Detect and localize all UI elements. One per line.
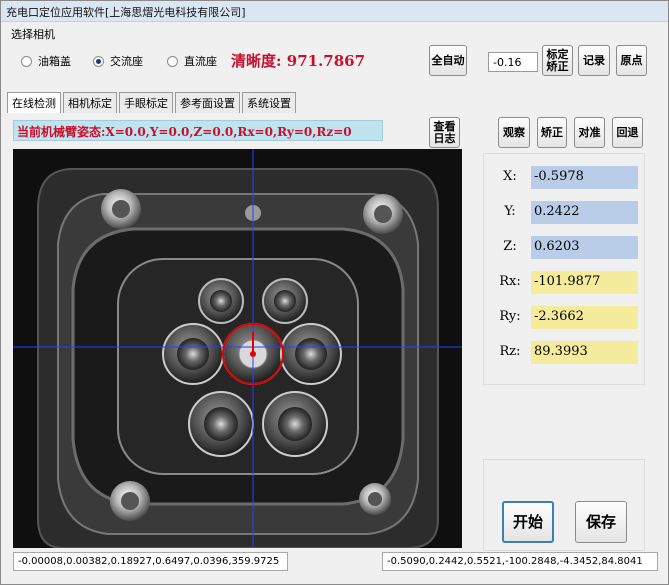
status-right: -0.5090,0.2442,0.5521,-100.2848,-4.3452,… [382, 552, 658, 571]
readout-rx: Rx: -101.9877 [484, 271, 646, 295]
radio-label: 直流座 [184, 55, 217, 68]
readout-x: X: -0.5978 [484, 166, 646, 190]
readout-value: -0.5978 [531, 166, 638, 189]
status-left: -0.00008,0.00382,0.18927,0.6497,0.0396,3… [13, 552, 288, 571]
tab-reference-plane[interactable]: 参考面设置 [175, 92, 240, 113]
robot-pose-bar: 当前机械臂姿态:X=0.0,Y=0.0,Z=0.0,Rx=0,Ry=0,Rz=0 [13, 120, 383, 141]
readout-label: X: [503, 169, 517, 184]
readout-label: Z: [503, 239, 517, 254]
tab-online-detection[interactable]: 在线检测 [7, 92, 61, 113]
radio-button[interactable] [167, 55, 178, 67]
robot-pose-text: 当前机械臂姿态:X=0.0,Y=0.0,Z=0.0,Rx=0,Ry=0,Rz=0 [17, 125, 352, 139]
log-label: 日志 [433, 132, 456, 145]
camera-select-group-label: 选择相机 [11, 28, 55, 41]
main-window: 充电口定位应用软件[上海思熠光电科技有限公司] 选择相机 油箱盖 交流座 直流座… [0, 0, 669, 585]
readout-label: Y: [504, 204, 516, 219]
radio-button[interactable] [21, 55, 32, 67]
readout-value: -101.9877 [531, 271, 638, 294]
start-button[interactable]: 开始 [502, 501, 554, 543]
tab-camera-calibration[interactable]: 相机标定 [63, 92, 117, 113]
readout-z: Z: 0.6203 [484, 236, 646, 260]
auto-button[interactable]: 全自动 [429, 45, 467, 76]
readout-value: 0.2422 [531, 201, 638, 224]
radio-button-selected[interactable] [93, 55, 104, 67]
view-label: 查看 [433, 120, 456, 133]
retreat-button[interactable]: 回退 [612, 117, 643, 148]
readout-rz: Rz: 89.3993 [484, 341, 646, 365]
pose-readout-panel: X: -0.5978 Y: 0.2422 Z: 0.6203 Rx: -101.… [483, 153, 645, 385]
calibrate-correct-button[interactable]: 标定 矫正 [542, 45, 573, 76]
clarity-readout: 清晰度: 971.7867 [231, 52, 366, 70]
offset-input[interactable]: -0.16 [488, 52, 538, 72]
tab-system-settings[interactable]: 系统设置 [242, 92, 296, 113]
radio-label: 交流座 [110, 55, 143, 68]
readout-label: Ry: [499, 309, 521, 324]
readout-value: -2.3662 [531, 306, 638, 329]
readout-y: Y: 0.2422 [484, 201, 646, 225]
readout-value: 89.3993 [531, 341, 638, 364]
tab-bar: 在线检测 相机标定 手眼标定 参考面设置 系统设置 [7, 92, 296, 113]
readout-ry: Ry: -2.3662 [484, 306, 646, 330]
radio-fuel-cap[interactable]: 油箱盖 [21, 53, 71, 69]
camera-image [13, 149, 462, 548]
radio-dc-socket[interactable]: 直流座 [167, 53, 217, 69]
correct-label: 矫正 [546, 60, 569, 73]
radio-ac-socket[interactable]: 交流座 [93, 53, 143, 69]
readout-label: Rz: [499, 344, 521, 359]
tab-hand-eye-calibration[interactable]: 手眼标定 [119, 92, 173, 113]
save-button[interactable]: 保存 [575, 501, 627, 543]
align-button[interactable]: 对准 [574, 117, 605, 148]
correct-button[interactable]: 矫正 [537, 117, 567, 148]
camera-view[interactable] [13, 149, 462, 548]
title-bar: 充电口定位应用软件[上海思熠光电科技有限公司] [1, 1, 668, 22]
readout-label: Rx: [499, 274, 521, 289]
record-button[interactable]: 记录 [578, 45, 610, 76]
origin-button[interactable]: 原点 [616, 45, 647, 76]
observe-button[interactable]: 观察 [498, 117, 530, 148]
calibrate-label: 标定 [546, 48, 569, 61]
window-title: 充电口定位应用软件[上海思熠光电科技有限公司] [6, 6, 246, 19]
view-log-button[interactable]: 查看 日志 [429, 117, 460, 148]
radio-label: 油箱盖 [38, 55, 71, 68]
readout-value: 0.6203 [531, 236, 638, 259]
